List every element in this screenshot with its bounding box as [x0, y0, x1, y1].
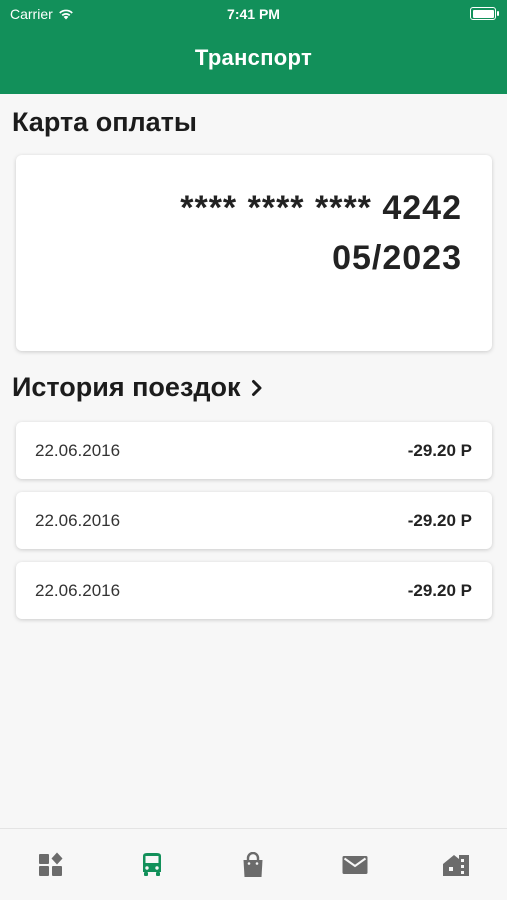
payment-card[interactable]: **** **** **** 4242 05/2023 — [16, 155, 492, 351]
payment-card-section-title: Карта оплаты — [12, 107, 197, 137]
battery-level — [472, 9, 494, 18]
trip-amount: -29.20 Р — [407, 441, 472, 460]
tab-mail[interactable] — [325, 835, 385, 895]
tab-dashboard[interactable] — [21, 835, 81, 895]
trip-amount: -29.20 Р — [407, 511, 472, 530]
card-number: **** **** **** 4242 — [180, 189, 462, 227]
trip-row[interactable]: 22.06.2016 -29.20 Р — [16, 492, 492, 549]
trip-date: 22.06.2016 — [35, 511, 121, 530]
card-expiry: 05/2023 — [332, 239, 462, 277]
trip-date: 22.06.2016 — [35, 441, 121, 460]
bus-icon — [143, 852, 162, 876]
tab-bar — [0, 828, 507, 900]
mail-icon — [342, 855, 368, 874]
shopping-bag-icon — [243, 851, 263, 877]
tab-transport[interactable] — [122, 835, 182, 895]
trip-row[interactable]: 22.06.2016 -29.20 Р — [16, 562, 492, 619]
tab-shop[interactable] — [223, 835, 283, 895]
trip-history-link[interactable]: История поездок — [12, 372, 263, 403]
app-header: Carrier 7:41 PM Транспорт — [0, 0, 507, 94]
tab-home[interactable] — [426, 835, 486, 895]
trip-history-title: История поездок — [12, 372, 241, 402]
status-bar: Carrier 7:41 PM — [0, 0, 507, 28]
page-title: Транспорт — [194, 45, 313, 70]
status-time: 7:41 PM — [227, 6, 280, 22]
trip-amount: -29.20 Р — [407, 581, 472, 600]
battery-icon — [470, 7, 499, 20]
chevron-right-icon — [251, 379, 262, 396]
trip-row[interactable]: 22.06.2016 -29.20 Р — [16, 422, 492, 479]
dashboard-icon — [38, 852, 63, 876]
trip-date: 22.06.2016 — [35, 581, 121, 600]
house-icon — [443, 854, 470, 876]
